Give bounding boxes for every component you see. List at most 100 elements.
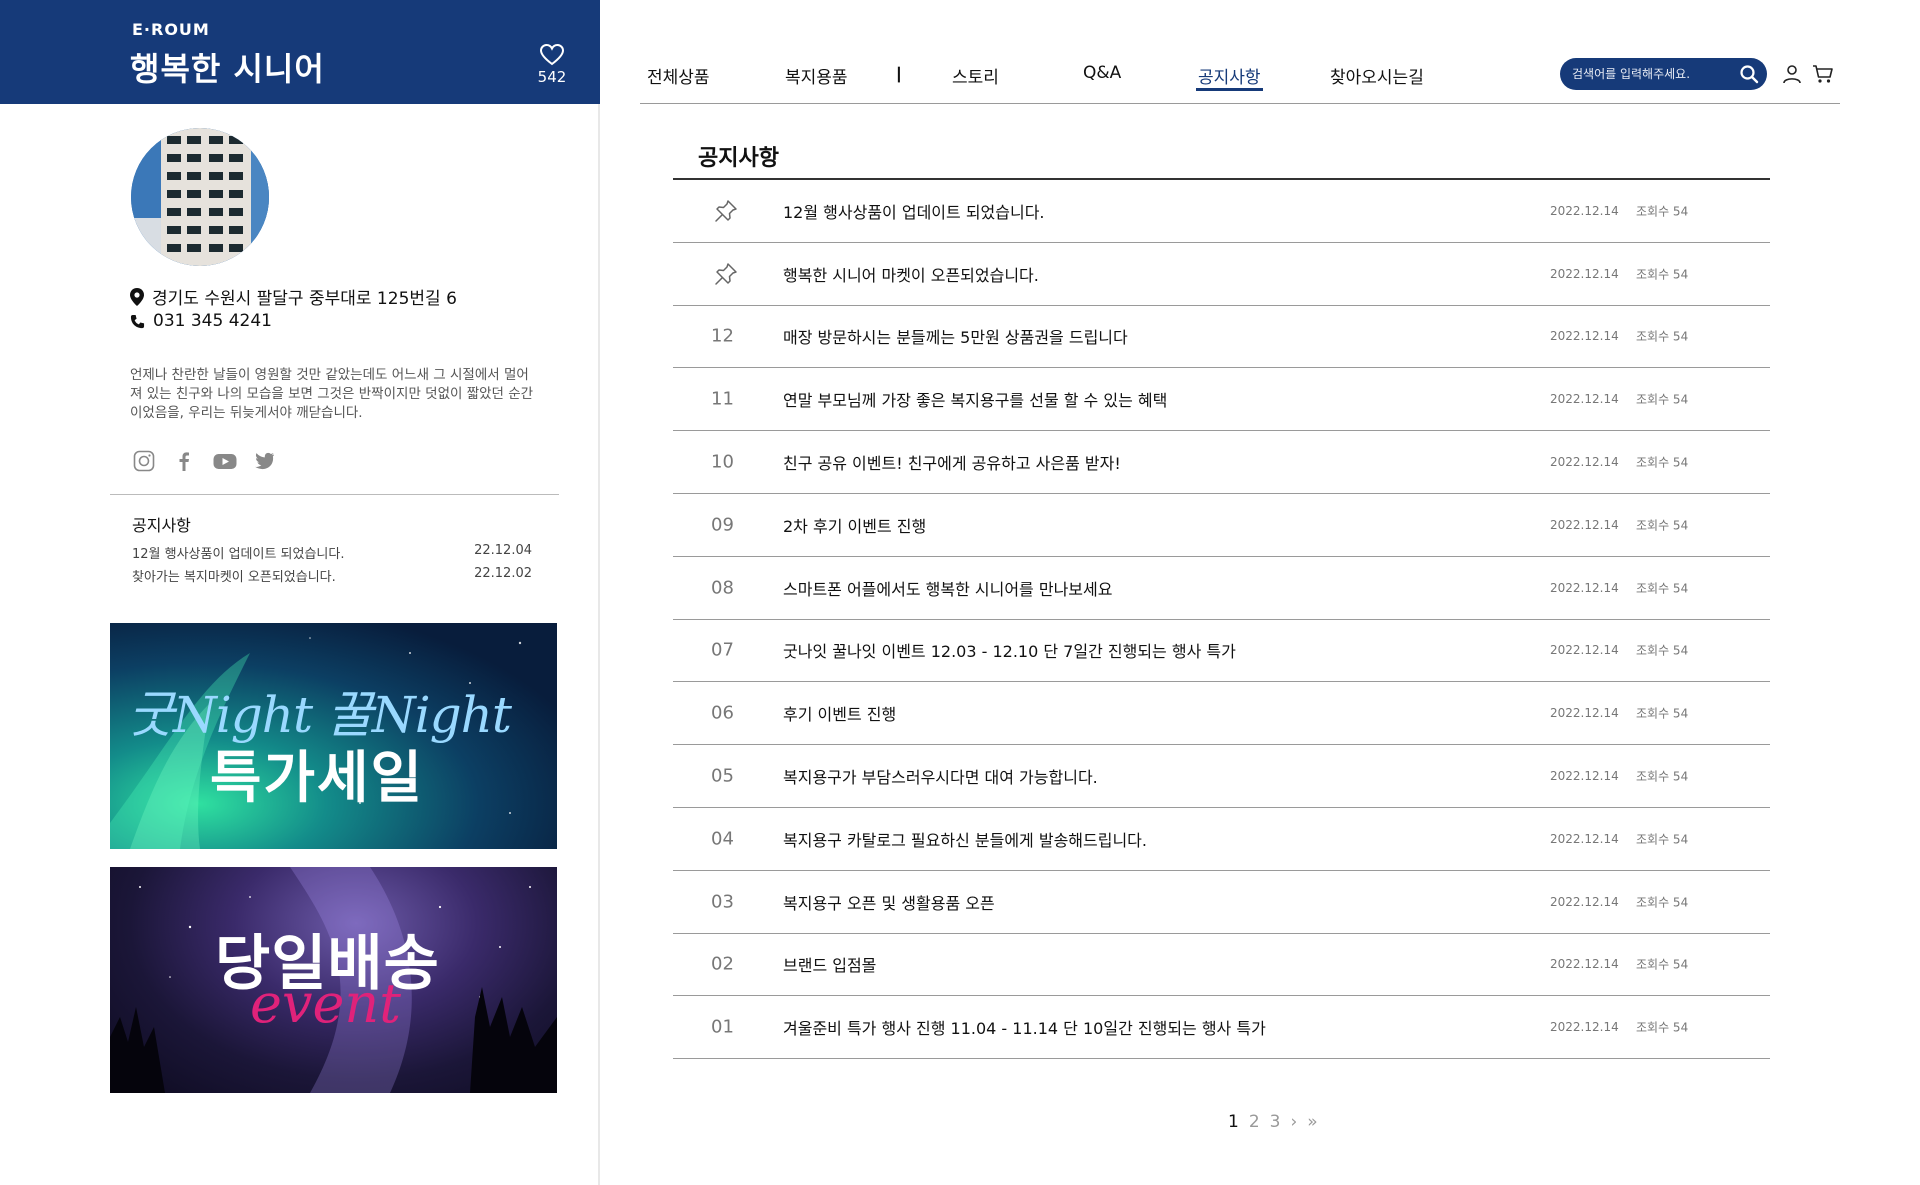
sidebar-divider bbox=[110, 494, 559, 495]
side-notice-item[interactable]: 12월 행사상품이 업데이트 되었습니다. 22.12.04 bbox=[132, 543, 532, 562]
notice-views: 조회수 54 bbox=[1636, 455, 1689, 470]
notice-row[interactable]: 07 굿나잇 꿀나잇 이벤트 12.03 - 12.10 단 7일간 진행되는 행… bbox=[673, 620, 1770, 683]
cart-icon[interactable] bbox=[1812, 64, 1834, 84]
nav-item-notice[interactable]: 공지사항 bbox=[1198, 63, 1261, 88]
search-icon[interactable] bbox=[1739, 64, 1759, 84]
notice-views: 조회수 54 bbox=[1636, 518, 1689, 533]
top-navigation: 전체상품 복지용품 ㅣ 스토리 Q&A 공지사항 찾아오시는길 bbox=[640, 0, 1840, 104]
notice-date: 2022.12.14 bbox=[1550, 769, 1619, 784]
notice-views: 조회수 54 bbox=[1636, 204, 1689, 219]
notice-number: 09 bbox=[711, 514, 734, 536]
notice-row[interactable]: 01 겨울준비 특가 행사 진행 11.04 - 11.14 단 10일간 진행되… bbox=[673, 996, 1770, 1060]
page-link-2[interactable]: 2 bbox=[1249, 1112, 1260, 1132]
user-icon[interactable] bbox=[1782, 64, 1802, 84]
notice-number: 05 bbox=[711, 765, 734, 787]
notice-views: 조회수 54 bbox=[1636, 329, 1689, 344]
notice-views: 조회수 54 bbox=[1636, 957, 1689, 972]
facebook-icon[interactable] bbox=[173, 450, 195, 472]
notice-title[interactable]: 후기 이벤트 진행 bbox=[783, 701, 896, 725]
last-page-button[interactable]: » bbox=[1307, 1112, 1317, 1132]
side-notice-item[interactable]: 찾아가는 복지마켓이 오픈되었습니다. 22.12.02 bbox=[132, 566, 532, 585]
page-link-3[interactable]: 3 bbox=[1270, 1112, 1281, 1132]
notice-row[interactable]: 09 2차 후기 이벤트 진행 2022.12.14 조회수 54 bbox=[673, 494, 1770, 557]
notice-row[interactable]: 08 스마트폰 어플에서도 행복한 시니어를 만나보세요 2022.12.14 조회수… bbox=[673, 557, 1770, 620]
next-page-button[interactable]: › bbox=[1290, 1112, 1297, 1132]
nav-item-directions[interactable]: 찾아오시는길 bbox=[1330, 63, 1424, 88]
brand-logo[interactable]: E·ROUM bbox=[132, 20, 210, 39]
nav-item-welfare-products[interactable]: 복지용품 bbox=[785, 63, 848, 88]
twitter-icon[interactable] bbox=[253, 450, 275, 472]
notice-row[interactable]: 12 매장 방문하시는 분들께는 5만원 상품권을 드립니다 2022.12.14 조… bbox=[673, 306, 1770, 369]
notice-row[interactable]: 04 복지용구 카탈로그 필요하신 분들에게 발송해드립니다. 2022.12.14… bbox=[673, 808, 1770, 871]
nav-item-story[interactable]: 스토리 bbox=[952, 63, 999, 88]
notice-number: 11 bbox=[711, 388, 734, 410]
notice-date: 2022.12.14 bbox=[1550, 894, 1619, 909]
notice-date: 2022.12.14 bbox=[1550, 1020, 1619, 1035]
like-count: 542 bbox=[537, 68, 567, 86]
notice-title[interactable]: 복지용구 카탈로그 필요하신 분들에게 발송해드립니다. bbox=[783, 827, 1147, 851]
notice-row[interactable]: 11 연말 부모님께 가장 좋은 복지용구를 선물 할 수 있는 혜택 2022.1… bbox=[673, 368, 1770, 432]
notice-title[interactable]: 연말 부모님께 가장 좋은 복지용구를 선물 할 수 있는 혜택 bbox=[783, 387, 1167, 411]
notice-number: 12 bbox=[711, 325, 734, 347]
social-links bbox=[133, 450, 275, 472]
notice-date: 2022.12.14 bbox=[1550, 392, 1619, 407]
notice-row[interactable]: 06 후기 이벤트 진행 2022.12.14 조회수 54 bbox=[673, 682, 1770, 746]
notice-views: 조회수 54 bbox=[1636, 895, 1689, 910]
notice-number: 03 bbox=[711, 891, 734, 913]
notice-views: 조회수 54 bbox=[1636, 581, 1689, 596]
notice-title[interactable]: 복지용구가 부담스러우시다면 대여 가능합니다. bbox=[783, 764, 1098, 788]
notice-number: 07 bbox=[711, 639, 734, 661]
notice-row[interactable]: 12월 행사상품이 업데이트 되었습니다. 2022.12.14 조회수 54 bbox=[673, 180, 1770, 243]
notice-views: 조회수 54 bbox=[1636, 769, 1689, 784]
location-pin-icon bbox=[130, 287, 144, 306]
notice-row[interactable]: 행복한 시니어 마켓이 오픈되었습니다. 2022.12.14 조회수 54 bbox=[673, 243, 1770, 306]
banner-same-day-delivery[interactable]: 당일배송 event bbox=[110, 867, 557, 1093]
notice-row[interactable]: 03 복지용구 오픈 및 생활용품 오픈 2022.12.14 조회수 54 bbox=[673, 871, 1770, 934]
sidebar: E·ROUM 행복한 시니어 542 경기도 수원시 팔달구 중부대로 125번… bbox=[0, 0, 600, 1185]
side-notice-item-date: 22.12.04 bbox=[474, 543, 532, 558]
profile-photo bbox=[131, 128, 269, 266]
notice-title[interactable]: 친구 공유 이벤트! 친구에게 공유하고 사은품 받자! bbox=[783, 450, 1121, 474]
heart-icon bbox=[540, 44, 564, 66]
about-text: 언제나 찬란한 날들이 영원할 것만 같았는데도 어느새 그 시절에서 멀어져 … bbox=[130, 367, 534, 421]
pagination: 1 2 3 › » bbox=[1228, 1112, 1318, 1132]
notice-title[interactable]: 복지용구 오픈 및 생활용품 오픈 bbox=[783, 890, 995, 914]
notice-date: 2022.12.14 bbox=[1550, 706, 1619, 721]
notice-row[interactable]: 05 복지용구가 부담스러우시다면 대여 가능합니다. 2022.12.14 조회수 … bbox=[673, 745, 1770, 808]
notice-date: 2022.12.14 bbox=[1550, 329, 1619, 344]
notice-title[interactable]: 행복한 시니어 마켓이 오픈되었습니다. bbox=[783, 262, 1039, 286]
notice-title[interactable]: 스마트폰 어플에서도 행복한 시니어를 만나보세요 bbox=[783, 576, 1112, 600]
notice-views: 조회수 54 bbox=[1636, 267, 1689, 282]
notice-title[interactable]: 12월 행사상품이 업데이트 되었습니다. bbox=[783, 199, 1045, 223]
notice-title[interactable]: 겨울준비 특가 행사 진행 11.04 - 11.14 단 10일간 진행되는 … bbox=[783, 1015, 1266, 1039]
nav-item-all-products[interactable]: 전체상품 bbox=[647, 63, 710, 88]
notice-title[interactable]: 2차 후기 이벤트 진행 bbox=[783, 513, 926, 537]
banner-night-sale[interactable]: 굿Night 꿀Night 특가세일 bbox=[110, 623, 557, 849]
notice-row[interactable]: 10 친구 공유 이벤트! 친구에게 공유하고 사은품 받자! 2022.12.14… bbox=[673, 431, 1770, 494]
notice-number: 04 bbox=[711, 828, 734, 850]
search-input[interactable] bbox=[1572, 64, 1732, 84]
nav-separator: ㅣ bbox=[891, 66, 907, 86]
like-button[interactable]: 542 bbox=[532, 44, 572, 86]
youtube-icon[interactable] bbox=[213, 450, 237, 472]
banner-delivery-script: event bbox=[250, 972, 401, 1035]
notice-date: 2022.12.14 bbox=[1550, 580, 1619, 595]
phone-text: 031 345 4241 bbox=[153, 311, 272, 331]
instagram-icon[interactable] bbox=[133, 450, 155, 472]
notice-date: 2022.12.14 bbox=[1550, 266, 1619, 281]
notice-title[interactable]: 굿나잇 꿀나잇 이벤트 12.03 - 12.10 단 7일간 진행되는 행사 … bbox=[783, 638, 1236, 662]
brand-title[interactable]: 행복한 시니어 bbox=[130, 44, 325, 90]
notice-date: 2022.12.14 bbox=[1550, 203, 1619, 218]
notice-date: 2022.12.14 bbox=[1550, 957, 1619, 972]
notice-date: 2022.12.14 bbox=[1550, 643, 1619, 658]
side-notice-item-title: 12월 행사상품이 업데이트 되었습니다. bbox=[132, 547, 345, 562]
pin-icon bbox=[713, 261, 739, 287]
page-link-1[interactable]: 1 bbox=[1228, 1112, 1239, 1132]
nav-item-qna[interactable]: Q&A bbox=[1083, 63, 1121, 83]
notice-row[interactable]: 02 브랜드 입점몰 2022.12.14 조회수 54 bbox=[673, 934, 1770, 997]
notice-title[interactable]: 매장 방문하시는 분들께는 5만원 상품권을 드립니다 bbox=[783, 324, 1128, 348]
notice-title[interactable]: 브랜드 입점몰 bbox=[783, 952, 876, 976]
address-text: 경기도 수원시 팔달구 중부대로 125번길 6 bbox=[152, 289, 457, 309]
address-line: 경기도 수원시 팔달구 중부대로 125번길 6 bbox=[130, 284, 457, 309]
phone-line: 031 345 4241 bbox=[130, 311, 272, 331]
